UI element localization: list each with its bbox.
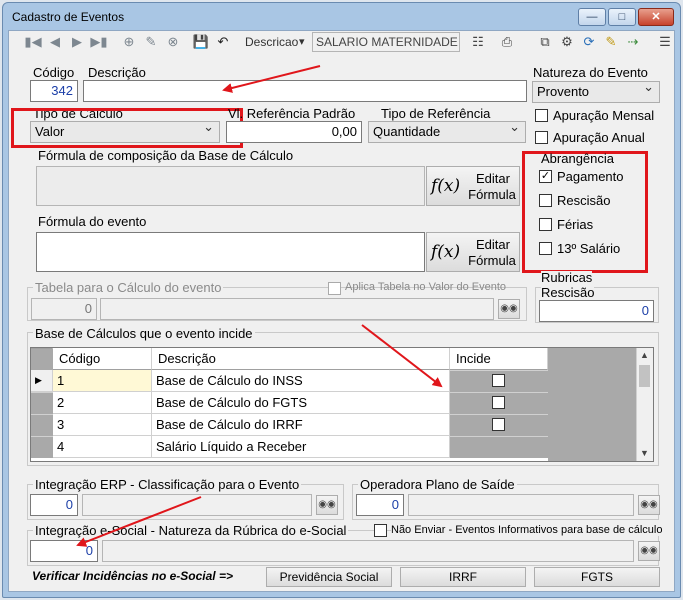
arrow-to-esocial bbox=[76, 496, 202, 547]
annotation-arrows bbox=[76, 65, 443, 547]
arrow-to-incide bbox=[361, 324, 443, 388]
arrow-to-descricao bbox=[222, 65, 321, 93]
